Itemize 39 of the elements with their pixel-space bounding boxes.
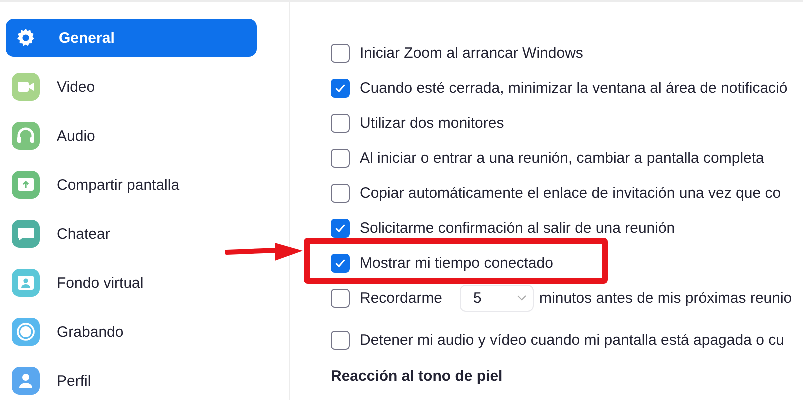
option-label: Recordarme (360, 290, 443, 306)
option-label: Mostrar mi tiempo conectado (360, 254, 554, 272)
option-label: minutos antes de mis próximas reunio (540, 290, 792, 306)
minutes-dropdown[interactable]: 5 (460, 284, 534, 312)
checkbox[interactable] (331, 148, 350, 168)
chevron-icon (516, 295, 527, 301)
option-label: Detener mi audio y vídeo cuando mi pantalla está apagada o cu (360, 332, 784, 348)
gear-icon (15, 27, 37, 49)
person-frame-icon (12, 269, 40, 297)
sidebar-item[interactable]: Perfil (6, 362, 257, 400)
checkbox[interactable] (331, 78, 350, 98)
checkbox[interactable] (331, 114, 350, 132)
sidebar-item[interactable]: Compartir pantalla (6, 166, 257, 204)
chat-icon (12, 220, 40, 248)
record-icon (12, 318, 40, 346)
sidebar-item[interactable]: General (6, 19, 257, 57)
option-label: Copiar automáticamente el enlace de invitación una vez que co (360, 184, 782, 202)
option-label: Al iniciar o entrar a una reunión, cambiar a pantalla completa (360, 150, 764, 166)
sidebar-item[interactable]: Video (6, 68, 257, 106)
option-label: Solicitarme confirmación al salir de una reunión (360, 220, 676, 236)
checkbox[interactable] (331, 288, 350, 308)
video-icon (12, 73, 40, 101)
checkbox[interactable] (331, 254, 350, 272)
sidebar-item[interactable]: Fondo virtual (6, 264, 257, 302)
checkbox[interactable] (331, 218, 350, 238)
share-icon (12, 171, 40, 199)
checkbox[interactable] (331, 184, 350, 202)
sidebar-item[interactable]: Grabando (6, 313, 257, 351)
arrow-icon (225, 241, 305, 263)
checkbox[interactable] (331, 44, 350, 62)
sidebar-item[interactable]: Chatear (6, 215, 257, 253)
profile-icon (12, 367, 40, 395)
checkbox[interactable] (331, 330, 350, 350)
headphones-icon (12, 122, 40, 150)
option-label: Utilizar dos monitores (360, 114, 504, 132)
option-label: Iniciar Zoom al arrancar Windows (360, 44, 584, 62)
sidebar-item[interactable]: Audio (6, 117, 257, 155)
section-heading: Reacción al tono de piel (331, 368, 504, 385)
option-label: Cuando esté cerrada, minimizar la ventana al área de notificació (360, 80, 788, 96)
